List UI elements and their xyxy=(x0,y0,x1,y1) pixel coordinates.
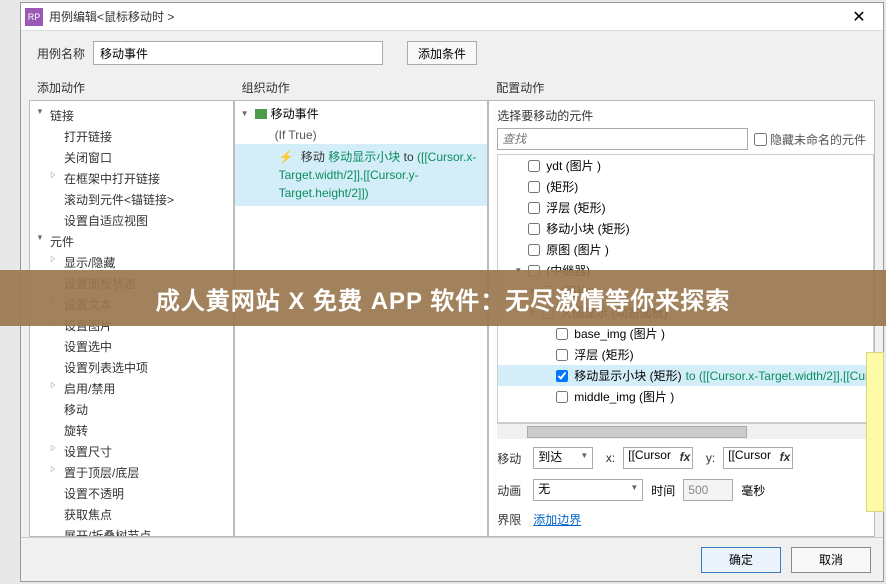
widget-checkbox[interactable] xyxy=(528,181,540,193)
action-verb: 移动 xyxy=(301,150,325,164)
widget-row[interactable]: base_img (图片 ) xyxy=(498,323,873,344)
move-row: 移动 到达 x: [[Cursorfx y: [[Cursorfx xyxy=(497,447,866,469)
anim-label: 动画 xyxy=(497,482,525,499)
h-scroll-thumb[interactable] xyxy=(527,426,747,438)
add-condition-button[interactable]: 添加条件 xyxy=(407,41,477,65)
app-icon: RP xyxy=(25,8,43,26)
widget-row[interactable]: (矩形) xyxy=(498,176,873,197)
widget-search-row: 隐藏未命名的元件 xyxy=(489,128,874,154)
tree-item[interactable]: 展开/折叠树节点 xyxy=(30,525,233,537)
add-bounds-link[interactable]: 添加边界 xyxy=(533,511,581,528)
case-condition[interactable]: (If True) xyxy=(235,126,488,144)
lightning-icon: ⚡ xyxy=(279,150,294,164)
fx-icon[interactable]: fx xyxy=(780,450,791,464)
widget-row[interactable]: 移动小块 (矩形) xyxy=(498,218,873,239)
x-label: x: xyxy=(601,451,615,465)
dialog-footer: 确定 取消 xyxy=(21,537,883,581)
time-input[interactable] xyxy=(683,479,733,501)
time-label: 时间 xyxy=(651,482,675,499)
widget-checkbox[interactable] xyxy=(556,349,568,361)
tree-item[interactable]: 滚动到元件<锚链接> xyxy=(30,189,233,210)
tree-item[interactable]: 设置列表选中项 xyxy=(30,357,233,378)
close-button[interactable]: ✕ xyxy=(839,3,879,31)
widget-checkbox[interactable] xyxy=(528,244,540,256)
add-action-header: 添加动作 xyxy=(29,75,234,100)
bounds-row: 界限 添加边界 xyxy=(497,511,866,528)
action-to: to xyxy=(404,150,414,164)
overlay-banner: 成人黄网站 X 免费 APP 软件：无尽激情等你来探索 xyxy=(0,270,886,326)
case-icon xyxy=(255,109,267,119)
move-label: 移动 xyxy=(497,450,525,467)
tree-item[interactable]: 置于顶层/底层 xyxy=(30,462,233,483)
tree-item[interactable]: 启用/禁用 xyxy=(30,378,233,399)
tree-item[interactable]: 在框架中打开链接 xyxy=(30,168,233,189)
organize-action-header: 组织动作 xyxy=(234,75,489,100)
widget-checkbox[interactable] xyxy=(528,202,540,214)
case-root[interactable]: 移动事件 xyxy=(235,101,488,126)
anim-dropdown[interactable]: 无 xyxy=(533,479,643,501)
widget-checkbox[interactable] xyxy=(528,160,540,172)
anim-row: 动画 无 时间 毫秒 xyxy=(497,479,866,501)
tree-item[interactable]: 设置不透明 xyxy=(30,483,233,504)
ms-label: 毫秒 xyxy=(741,482,765,499)
case-name-row: 用例名称 添加条件 xyxy=(21,31,883,75)
move-properties: 移动 到达 x: [[Cursorfx y: [[Cursorfx 动画 无 时… xyxy=(489,439,874,536)
widget-checkbox[interactable] xyxy=(528,223,540,235)
case-name-label: 用例名称 xyxy=(37,45,85,62)
widget-row[interactable]: 移动显示小块 (矩形) to ([[Cursor.x-Target.width/… xyxy=(498,365,873,386)
widget-search-input[interactable] xyxy=(497,128,748,150)
move-mode-dropdown[interactable]: 到达 xyxy=(533,447,593,469)
hide-unnamed-cb[interactable] xyxy=(754,133,767,146)
tree-item[interactable]: 设置尺寸 xyxy=(30,441,233,462)
y-input[interactable]: [[Cursorfx xyxy=(723,447,793,469)
select-widget-label: 选择要移动的元件 xyxy=(489,101,874,128)
x-input[interactable]: [[Cursorfx xyxy=(623,447,693,469)
widget-row[interactable]: 原图 (图片 ) xyxy=(498,239,873,260)
tree-item[interactable]: 设置选中 xyxy=(30,336,233,357)
window-title: 用例编辑<鼠标移动时 > xyxy=(49,8,839,25)
widget-row[interactable]: ydt (图片 ) xyxy=(498,155,873,176)
action-item-move[interactable]: ⚡ 移动 移动显示小块 to ([[Cursor.x-Target.width/… xyxy=(235,144,488,206)
cancel-button[interactable]: 取消 xyxy=(791,547,871,573)
tree-item[interactable]: 移动 xyxy=(30,399,233,420)
widget-row[interactable]: 浮层 (矩形) xyxy=(498,197,873,218)
tree-item[interactable]: 打开链接 xyxy=(30,126,233,147)
tree-item[interactable]: 获取焦点 xyxy=(30,504,233,525)
tree-item[interactable]: 关闭窗口 xyxy=(30,147,233,168)
widget-checkbox[interactable] xyxy=(556,328,568,340)
case-root-label: 移动事件 xyxy=(271,105,319,122)
bounds-label: 界限 xyxy=(497,511,525,528)
widget-row[interactable]: middle_img (图片 ) xyxy=(498,386,873,407)
widget-checkbox[interactable] xyxy=(556,391,568,403)
tree-item[interactable]: 设置自适应视图 xyxy=(30,210,233,231)
tree-item[interactable]: 旋转 xyxy=(30,420,233,441)
hide-unnamed-checkbox[interactable]: 隐藏未命名的元件 xyxy=(754,131,866,148)
case-name-input[interactable] xyxy=(93,41,383,65)
widget-row[interactable]: 浮层 (矩形) xyxy=(498,344,873,365)
tree-item[interactable]: 链接 xyxy=(30,105,233,126)
configure-action-header: 配置动作 xyxy=(488,75,875,100)
action-target: 移动显示小块 xyxy=(328,150,400,164)
h-scrollbar[interactable] xyxy=(497,423,874,439)
widget-checkbox[interactable] xyxy=(556,370,568,382)
tree-item[interactable]: 元件 xyxy=(30,231,233,252)
ok-button[interactable]: 确定 xyxy=(701,547,781,573)
fx-icon[interactable]: fx xyxy=(680,450,691,464)
y-label: y: xyxy=(701,451,715,465)
titlebar: RP 用例编辑<鼠标移动时 > ✕ xyxy=(21,3,883,31)
sticky-note xyxy=(866,352,884,512)
